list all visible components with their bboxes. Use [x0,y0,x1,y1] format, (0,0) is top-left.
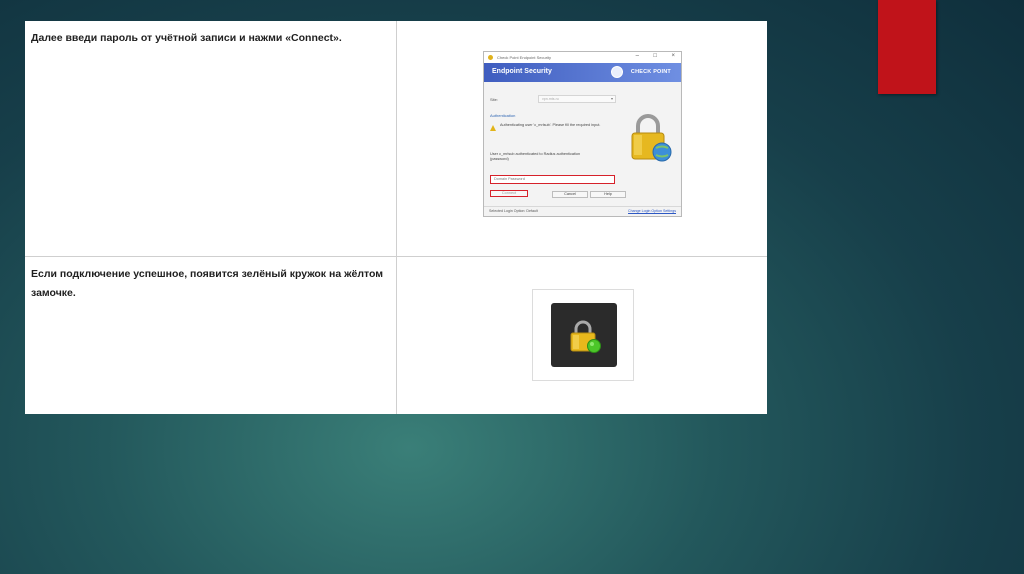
app-icon [488,55,493,60]
padlock-globe-icon [631,114,672,162]
site-label: Site: [490,97,499,102]
close-icon[interactable]: × [671,53,675,59]
product-name: Endpoint Security [492,68,552,75]
connected-lock-frame [532,289,634,381]
endpoint-security-dialog: Check Point Endpoint Security – □ × Endp… [483,51,682,217]
site-select[interactable]: vpn.mts.ru ▾ [538,95,616,103]
help-button[interactable]: Help [590,191,626,198]
password-input[interactable]: Domain Password [490,175,615,184]
dialog-window-title: Check Point Endpoint Security [497,55,552,60]
product-banner: Endpoint Security CHECK POINT [484,63,681,82]
auth-heading: Authentication [490,113,516,118]
maximize-icon[interactable]: □ [653,53,657,59]
user-message: User c_mrlsub authenticated to Radius au… [490,152,581,161]
chevron-down-icon: ▾ [610,96,613,101]
red-accent-tab [878,0,936,94]
instruction-table: Далее введи пароль от учётной записи и н… [25,21,767,414]
instruction-step-1: Далее введи пароль от учётной записи и н… [31,32,342,44]
instruction-step-2: Если подключение успешное, появится зелё… [31,268,384,299]
row-divider [25,256,767,257]
connect-button[interactable]: Connect [490,190,528,197]
minimize-icon[interactable]: – [636,53,639,59]
warning-icon [490,125,496,131]
site-value: vpn.mts.ru [542,97,559,101]
connected-lock-tile [551,303,617,367]
dialog-statusbar: Selected Login Option: Default Change Lo… [484,206,681,216]
column-divider [396,21,397,414]
padlock-connected-icon [570,320,601,353]
login-option-status: Selected Login Option: Default [489,209,538,213]
dialog-titlebar: Check Point Endpoint Security – □ × [484,52,681,63]
auth-message: Authenticating user 'c_mrlsub'. Please f… [500,123,601,127]
check-point-logo-icon [611,66,623,78]
brand-name: CHECK POINT [630,69,671,75]
change-login-option-link[interactable]: Change Login Option Settings [628,209,676,213]
cancel-button[interactable]: Cancel [552,191,588,198]
